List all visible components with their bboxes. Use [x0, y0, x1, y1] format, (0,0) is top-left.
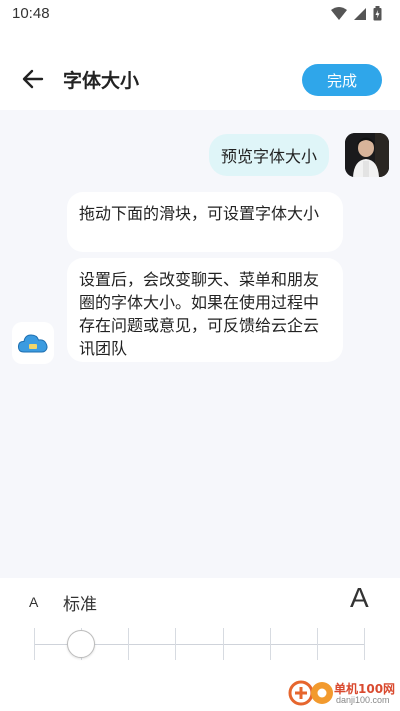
slider-tick[interactable]	[364, 628, 365, 660]
watermark-logo-icon	[288, 678, 336, 708]
watermark-url: danji100.com	[336, 695, 390, 705]
chat-preview: 预览字体大小 拖动下面的滑块，可设置字体大小 设置后，会改变聊天、菜单和朋友圈的…	[0, 110, 400, 578]
slider-tick[interactable]	[175, 628, 176, 660]
preview-bubble-left: 拖动下面的滑块，可设置字体大小	[67, 192, 343, 252]
slider-tick[interactable]	[223, 628, 224, 660]
status-time: 10:48	[12, 5, 50, 22]
status-icons	[331, 6, 382, 25]
slider-tick[interactable]	[270, 628, 271, 660]
large-font-indicator: A	[350, 582, 369, 613]
slider-thumb[interactable]	[67, 630, 95, 658]
wifi-icon	[331, 6, 347, 25]
status-bar: 10:48	[0, 0, 400, 30]
bot-avatar	[12, 322, 54, 364]
back-arrow-icon[interactable]	[20, 66, 46, 92]
cloud-icon	[17, 334, 48, 353]
slider-tick[interactable]	[128, 628, 129, 660]
page-title: 字体大小	[63, 70, 140, 92]
user-avatar	[345, 133, 389, 177]
preview-bubble-right: 预览字体大小	[209, 134, 330, 176]
done-button[interactable]: 完成	[302, 64, 382, 96]
slider-tick[interactable]	[317, 628, 318, 660]
watermark: 单机100网 danji100.com	[288, 678, 398, 708]
preview-bubble-left: 设置后，会改变聊天、菜单和朋友圈的字体大小。如果在使用过程中存在问题或意见，可反…	[67, 258, 343, 362]
slider-tick[interactable]	[34, 628, 35, 660]
battery-icon	[373, 6, 382, 25]
small-font-indicator: A	[29, 594, 39, 610]
current-size-label: 标准	[63, 595, 97, 615]
cellular-icon	[353, 6, 367, 25]
app-header: 字体大小 完成	[0, 30, 400, 110]
font-size-slider[interactable]	[34, 628, 365, 660]
